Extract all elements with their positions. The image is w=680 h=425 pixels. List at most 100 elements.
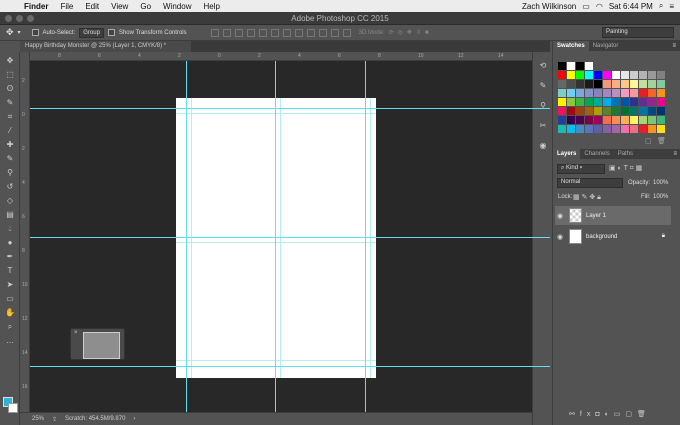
color-swatch[interactable] xyxy=(594,107,602,115)
tab-paths[interactable]: Paths xyxy=(614,149,637,159)
color-swatch[interactable] xyxy=(621,98,629,106)
eraser-tool-icon[interactable]: ◇ xyxy=(4,195,16,207)
zoom-window-button[interactable] xyxy=(27,15,34,22)
pan-3d-icon[interactable]: ✥ xyxy=(407,29,412,36)
type-tool-icon[interactable]: T xyxy=(4,265,16,277)
layer-row-background[interactable]: ◉ background 🔒︎ xyxy=(555,227,671,246)
color-swatch[interactable] xyxy=(576,62,584,70)
color-swatch[interactable] xyxy=(567,98,575,106)
document-tab[interactable]: Happy Birthday Monster @ 25% (Layer 1, C… xyxy=(20,41,192,52)
color-swatch[interactable] xyxy=(630,107,638,115)
layers-panel-menu-icon[interactable]: ≡ xyxy=(673,149,677,159)
distribute-top-icon[interactable] xyxy=(282,28,291,37)
color-swatch[interactable] xyxy=(603,89,611,97)
color-swatch[interactable] xyxy=(648,125,656,133)
color-swatch[interactable] xyxy=(567,89,575,97)
background-color-swatch[interactable] xyxy=(8,403,18,413)
color-swatch[interactable] xyxy=(558,89,566,97)
color-swatch[interactable] xyxy=(612,116,620,124)
guide-line[interactable] xyxy=(191,98,192,378)
adjustment-layer-icon[interactable]: ◐ xyxy=(605,411,614,418)
color-swatch[interactable] xyxy=(657,116,665,124)
color-swatch[interactable] xyxy=(612,89,620,97)
menu-edit[interactable]: Edit xyxy=(79,2,105,11)
path-select-tool-icon[interactable]: ➤ xyxy=(4,279,16,291)
eyedropper-tool-icon[interactable]: ⁄ xyxy=(4,125,16,137)
align-top-icon[interactable] xyxy=(210,28,219,37)
color-swatch[interactable] xyxy=(594,71,602,79)
guide-line[interactable] xyxy=(280,98,281,378)
color-swatch[interactable] xyxy=(576,107,584,115)
panel-menu-icon[interactable]: ≡ xyxy=(672,41,676,51)
minimize-window-button[interactable] xyxy=(16,15,23,22)
close-window-button[interactable] xyxy=(5,15,12,22)
color-swatch[interactable] xyxy=(639,98,647,106)
color-swatch[interactable] xyxy=(603,116,611,124)
color-swatch[interactable] xyxy=(621,80,629,88)
guide-line[interactable] xyxy=(176,113,376,114)
menu-app[interactable]: Finder xyxy=(18,2,54,11)
clock[interactable]: Sat 6:44 PM xyxy=(609,2,653,11)
move-tool-icon[interactable]: ✥ xyxy=(6,27,14,38)
color-swatch[interactable] xyxy=(594,98,602,106)
zoom-tool-icon[interactable]: ⌕ xyxy=(4,321,16,333)
layer-filter-dropdown[interactable]: ⌕ Kind ▾ xyxy=(557,164,605,174)
slide-3d-icon[interactable]: ⇳ xyxy=(416,29,421,36)
move-tool-icon[interactable]: ✥ xyxy=(4,55,16,67)
fx-icon[interactable]: fx xyxy=(580,411,595,418)
color-swatch[interactable] xyxy=(657,71,665,79)
add-mask-icon[interactable]: ◘ xyxy=(595,411,604,418)
guide-line[interactable] xyxy=(176,360,376,361)
menu-list-icon[interactable]: ≡ xyxy=(669,2,674,11)
color-swatch[interactable] xyxy=(612,125,620,133)
gradient-tool-icon[interactable]: ▤ xyxy=(4,209,16,221)
guide-line[interactable] xyxy=(370,98,371,378)
distribute-right-icon[interactable] xyxy=(342,28,351,37)
color-swatch[interactable] xyxy=(567,62,575,70)
orbit-3d-icon[interactable]: ⟳ xyxy=(389,29,394,36)
layer-row-layer1[interactable]: ◉ Layer 1 xyxy=(555,206,671,225)
visibility-eye-icon[interactable]: ◉ xyxy=(555,233,565,241)
scale-3d-icon[interactable]: ■ xyxy=(425,30,429,36)
navigator-preview[interactable]: × xyxy=(70,328,125,360)
quick-select-tool-icon[interactable]: ✎ xyxy=(4,97,16,109)
brush-tool-icon[interactable]: ✎ xyxy=(4,153,16,165)
dodge-tool-icon[interactable]: ● xyxy=(4,237,16,249)
color-swatch[interactable] xyxy=(630,125,638,133)
tool-presets-panel-icon[interactable]: ✂ xyxy=(537,120,549,132)
color-swatch[interactable] xyxy=(639,89,647,97)
distribute-left-icon[interactable] xyxy=(318,28,327,37)
battery-icon[interactable]: ▭ xyxy=(582,2,590,11)
color-swatch[interactable] xyxy=(603,98,611,106)
clone-source-panel-icon[interactable]: ⚲ xyxy=(537,100,549,112)
wifi-icon[interactable]: ◠ xyxy=(596,2,603,11)
color-swatch[interactable] xyxy=(585,125,593,133)
new-swatch-icon[interactable]: ▢ xyxy=(645,137,652,145)
color-swatch[interactable] xyxy=(558,116,566,124)
history-panel-icon[interactable]: ⟲ xyxy=(537,60,549,72)
auto-select-dropdown[interactable]: Group xyxy=(79,27,104,38)
guide-line[interactable] xyxy=(30,108,550,109)
tab-swatches[interactable]: Swatches xyxy=(553,41,589,51)
color-swatch[interactable] xyxy=(558,107,566,115)
color-swatch[interactable] xyxy=(585,62,593,70)
color-swatch[interactable] xyxy=(558,71,566,79)
auto-select-checkbox[interactable] xyxy=(31,29,39,36)
color-swatch[interactable] xyxy=(594,89,602,97)
color-swatch[interactable] xyxy=(630,98,638,106)
align-left-icon[interactable] xyxy=(246,28,255,37)
color-swatch[interactable] xyxy=(648,98,656,106)
filter-icons[interactable]: ▣ ◐ T ⌗ ▦ xyxy=(609,164,642,173)
lock-icons[interactable]: ▦ ✎ ✥ 🔒︎ xyxy=(573,193,601,202)
color-swatch[interactable] xyxy=(585,80,593,88)
color-swatch[interactable] xyxy=(612,107,620,115)
color-swatch[interactable] xyxy=(630,71,638,79)
color-swatch[interactable] xyxy=(657,89,665,97)
color-swatch[interactable] xyxy=(567,71,575,79)
color-swatch[interactable] xyxy=(648,71,656,79)
color-swatch[interactable] xyxy=(567,80,575,88)
opacity-value[interactable]: 100% xyxy=(653,180,668,186)
color-swatch[interactable] xyxy=(585,116,593,124)
align-vcenter-icon[interactable] xyxy=(222,28,231,37)
fill-value[interactable]: 100% xyxy=(653,194,668,200)
